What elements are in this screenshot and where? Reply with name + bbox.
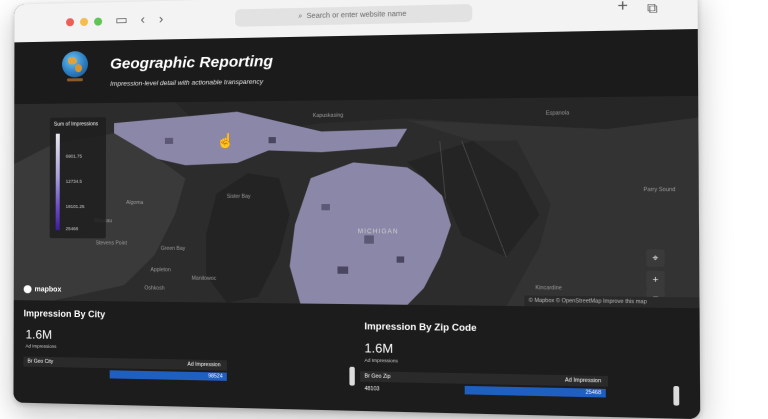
impression-map[interactable]: Kapuskasing Espanola Parry Sound Algoma … — [13, 95, 700, 309]
page-title: Geographic Reporting — [110, 52, 274, 73]
map-place-label: Appleton — [150, 267, 171, 274]
dashboard-page: Geographic Reporting Impression-level de… — [13, 28, 701, 419]
window-controls — [66, 17, 103, 27]
minimize-window-icon[interactable] — [80, 17, 89, 27]
zip-table-scrollbar[interactable] — [673, 385, 680, 406]
map-place-label: Parry Sound — [643, 186, 676, 194]
zip-col-header[interactable]: Br Geo Zip — [364, 371, 390, 382]
map-place-label: Algoma — [126, 199, 144, 207]
globe-stand-icon — [66, 78, 83, 82]
forward-icon[interactable]: › — [159, 11, 163, 27]
zip-total-value: 1.6M — [364, 340, 394, 357]
city-total-label: Ad Impressions — [25, 343, 57, 350]
impression-col-header[interactable]: Ad Impression — [565, 375, 601, 386]
map-legend: Sum of Impressions 6901.75 12734.5 19101… — [49, 117, 107, 239]
map-place-label: Sister Bay — [226, 193, 251, 200]
mapbox-icon — [23, 285, 32, 294]
city-table-header: Br Geo City Ad Impression — [23, 356, 227, 371]
map-place-label: Green Bay — [160, 245, 186, 253]
maximize-window-icon[interactable] — [94, 17, 103, 26]
zip-table-header: Br Geo Zip Ad Impression — [360, 371, 609, 387]
zip-row-value: 48103 — [364, 385, 380, 393]
report-header: Geographic Reporting Impression-level de… — [14, 28, 699, 105]
zip-panel-title: Impression By Zip Code — [364, 320, 477, 334]
legend-tick: 25468 — [65, 226, 79, 232]
zip-impression-bar: 25468 — [464, 385, 606, 398]
search-icon: ⌕ — [298, 12, 303, 20]
back-icon[interactable]: ‹ — [141, 12, 145, 28]
hand-cursor-icon: ☝ — [216, 132, 235, 149]
map-place-label: Kapuskasing — [312, 112, 344, 120]
globe-icon — [61, 50, 89, 78]
map-place-label: Stevens Point — [95, 240, 127, 247]
tab-overview-icon[interactable]: ⧉ — [647, 0, 658, 17]
city-panel-title: Impression By City — [23, 308, 106, 320]
map-place-label: Oshkosh — [144, 285, 165, 292]
address-bar[interactable]: ⌕ Search or enter website name — [235, 3, 473, 27]
legend-tick: 12734.5 — [65, 178, 83, 184]
city-table-scrollbar[interactable] — [349, 366, 355, 386]
mapbox-logo[interactable]: mapbox — [23, 285, 62, 294]
zip-total-label: Ad Impressions — [364, 357, 398, 364]
city-col-header[interactable]: Br Geo City — [27, 357, 53, 368]
zoom-in-button[interactable]: + — [646, 270, 665, 289]
address-placeholder: Search or enter website name — [306, 10, 407, 21]
sidebar-toggle-icon[interactable]: ▭ — [115, 12, 127, 28]
locate-control-icon[interactable]: ⌖ — [646, 249, 665, 267]
map-canvas — [13, 95, 700, 309]
browser-window: ▭ ‹ › ⌕ Search or enter website name + ⧉… — [13, 0, 701, 419]
city-total-value: 1.6M — [25, 327, 53, 342]
legend-title: Sum of Impressions — [53, 121, 99, 128]
map-place-label: Espanola — [545, 110, 570, 117]
map-attribution[interactable]: © Mapbox © OpenStreetMap Improve this ma… — [524, 295, 700, 309]
legend-color-scale — [55, 133, 60, 231]
new-tab-icon[interactable]: + — [617, 0, 628, 16]
impression-col-header[interactable]: Ad Impression — [187, 360, 220, 371]
legend-tick: 6901.75 — [65, 153, 83, 159]
map-place-label: Kincardine — [535, 284, 562, 292]
city-impression-bar: 98524 — [109, 370, 227, 381]
close-window-icon[interactable] — [66, 18, 75, 27]
map-place-label: Manitowoc — [191, 275, 217, 282]
page-subtitle: Impression-level detail with actionable … — [110, 78, 264, 88]
map-state-label: MICHIGAN — [357, 229, 399, 236]
legend-tick: 19101.25 — [65, 204, 85, 210]
